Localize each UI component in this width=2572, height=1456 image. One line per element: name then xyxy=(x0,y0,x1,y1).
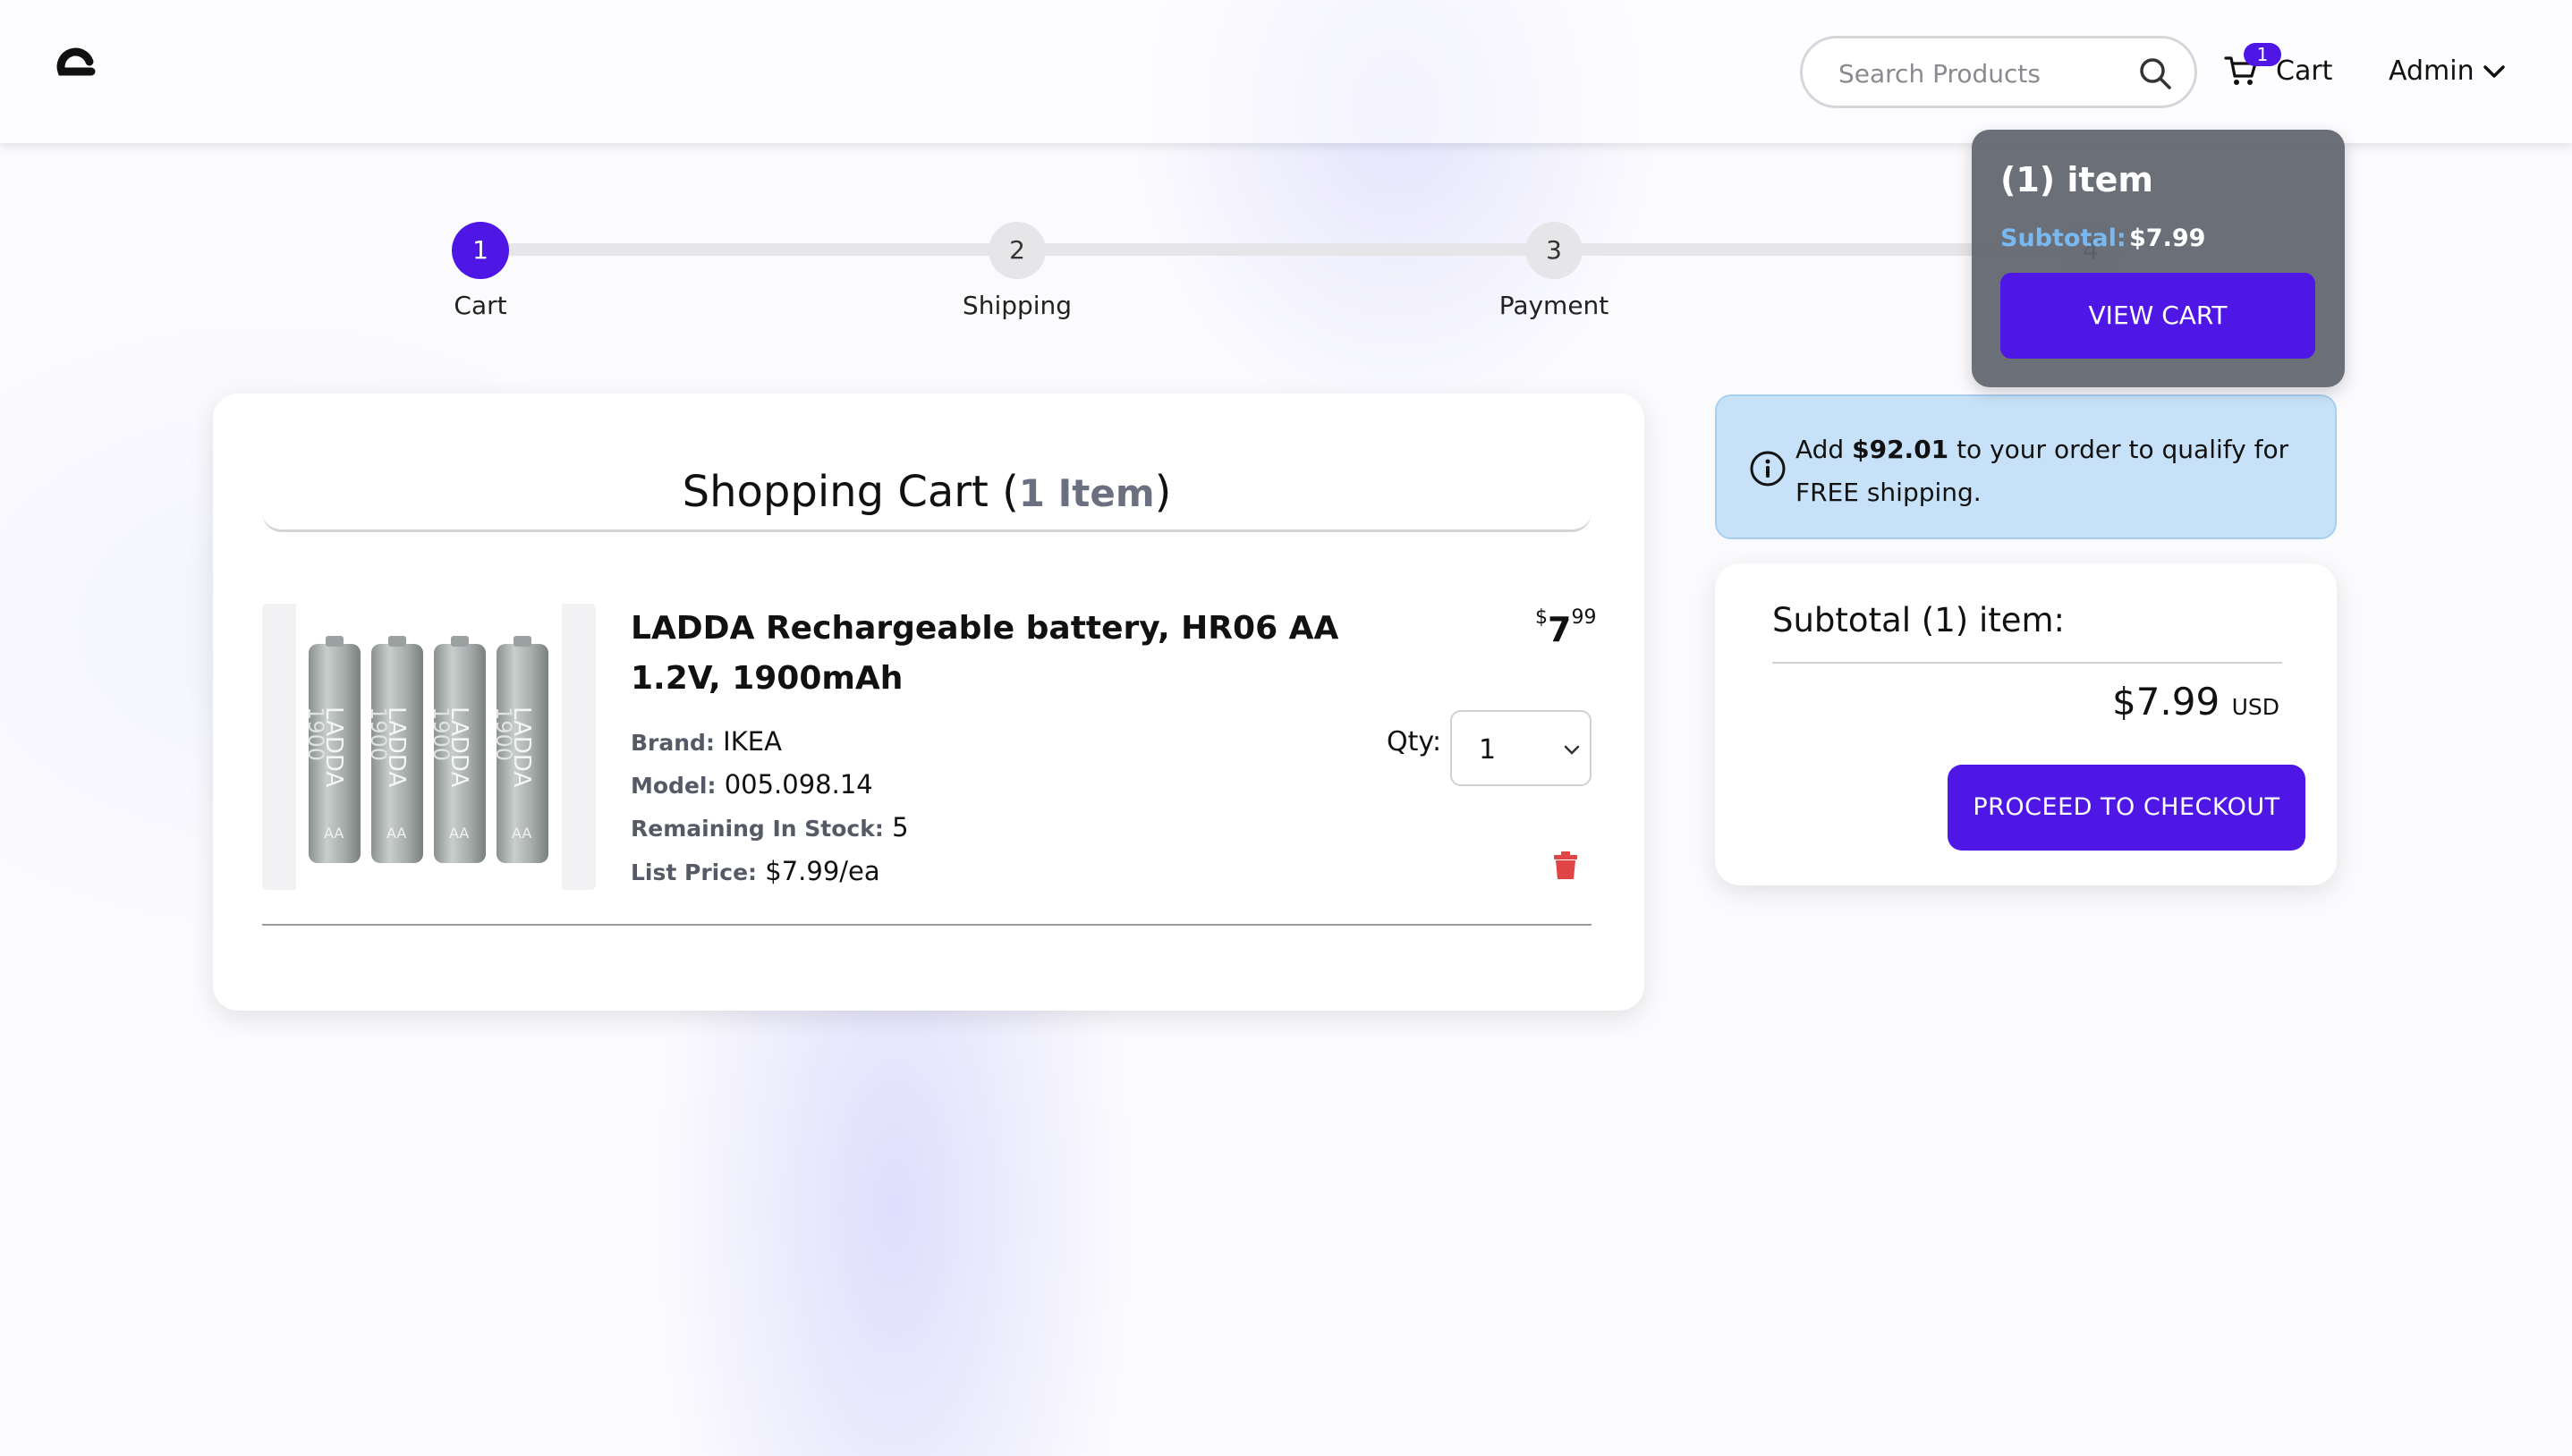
svg-text:1900: 1900 xyxy=(491,707,516,761)
svg-text:AA: AA xyxy=(449,825,469,842)
step-2-label: Shipping xyxy=(962,291,1073,320)
mini-cart-subtotal-value: $7.99 xyxy=(2129,224,2206,252)
svg-text:1900: 1900 xyxy=(429,707,454,761)
step-1-label: Cart xyxy=(454,291,507,320)
search-input[interactable] xyxy=(1838,55,2125,92)
divider xyxy=(1772,662,2282,664)
cart-label: Cart xyxy=(2276,55,2333,87)
brand-logo-icon[interactable] xyxy=(50,45,100,95)
subtotal-label: Subtotal (1) item: xyxy=(1772,601,2066,639)
user-menu-label[interactable]: Admin xyxy=(2389,55,2474,87)
svg-text:1900: 1900 xyxy=(366,707,391,761)
quantity-select[interactable]: 1 xyxy=(1450,710,1592,786)
svg-text:AA: AA xyxy=(386,825,406,842)
battery-pack-image: LADDA LADDA LADDA LADDA 1900 1900 1900 1… xyxy=(303,636,548,863)
chevron-down-icon[interactable] xyxy=(2480,59,2508,84)
svg-text:1900: 1900 xyxy=(303,707,328,761)
product-stock: Remaining In Stock: 5 xyxy=(631,812,909,842)
cart-item-count: 1 Item xyxy=(1018,471,1155,515)
svg-text:AA: AA xyxy=(512,825,531,842)
step-3-circle: 3 xyxy=(1525,222,1583,279)
view-cart-button[interactable]: VIEW CART xyxy=(2000,273,2315,359)
step-1-circle: 1 xyxy=(452,222,509,279)
free-shipping-notice: Add $92.01 to your order to qualify for … xyxy=(1715,394,2337,539)
chevron-down-icon xyxy=(1564,745,1580,755)
product-model: Model: 005.098.14 xyxy=(631,769,873,800)
subtotal-amount: $7.99 USD xyxy=(2111,680,2279,724)
product-image[interactable]: LADDA LADDA LADDA LADDA 1900 1900 1900 1… xyxy=(262,604,596,890)
mini-cart-item-count: (1) item xyxy=(2000,160,2153,199)
cart-link[interactable]: 1 Cart xyxy=(2224,43,2335,97)
product-name-link[interactable]: LADDA Rechargeable battery, HR06 AA 1.2V… xyxy=(631,604,1364,704)
quantity-value: 1 xyxy=(1479,734,1497,766)
search-icon[interactable] xyxy=(2138,56,2172,90)
svg-text:AA: AA xyxy=(324,825,344,842)
product-list-price: List Price: $7.99/ea xyxy=(631,856,880,886)
stepper-track xyxy=(480,243,2109,256)
cart-header: Shopping Cart (1 Item) xyxy=(262,429,1592,532)
free-shipping-text: Add $92.01 to your order to qualify for … xyxy=(1795,435,2289,507)
mini-cart-popover: (1) item Subtotal: $7.99 VIEW CART xyxy=(1972,130,2345,387)
top-navbar: 1 Cart Admin xyxy=(0,0,2572,143)
divider xyxy=(262,924,1592,926)
step-2-circle: 2 xyxy=(989,222,1046,279)
mini-cart-subtotal-label: Subtotal: xyxy=(2000,224,2126,252)
product-price: $799 xyxy=(1535,606,1597,649)
page-title: Shopping Cart (1 Item) xyxy=(682,467,1172,517)
step-3-label: Payment xyxy=(1498,291,1609,320)
info-icon xyxy=(1750,451,1786,487)
product-brand: Brand: IKEA xyxy=(631,726,782,757)
qty-label: Qty: xyxy=(1387,726,1442,758)
search-box xyxy=(1800,36,2197,108)
shopping-cart-card: Shopping Cart (1 Item) LADDA LADDA LADDA… xyxy=(213,394,1644,1011)
trash-icon[interactable] xyxy=(1553,851,1578,880)
order-summary-card: Subtotal (1) item: $7.99 USD PROCEED TO … xyxy=(1715,563,2337,885)
proceed-to-checkout-button[interactable]: PROCEED TO CHECKOUT xyxy=(1948,765,2305,851)
